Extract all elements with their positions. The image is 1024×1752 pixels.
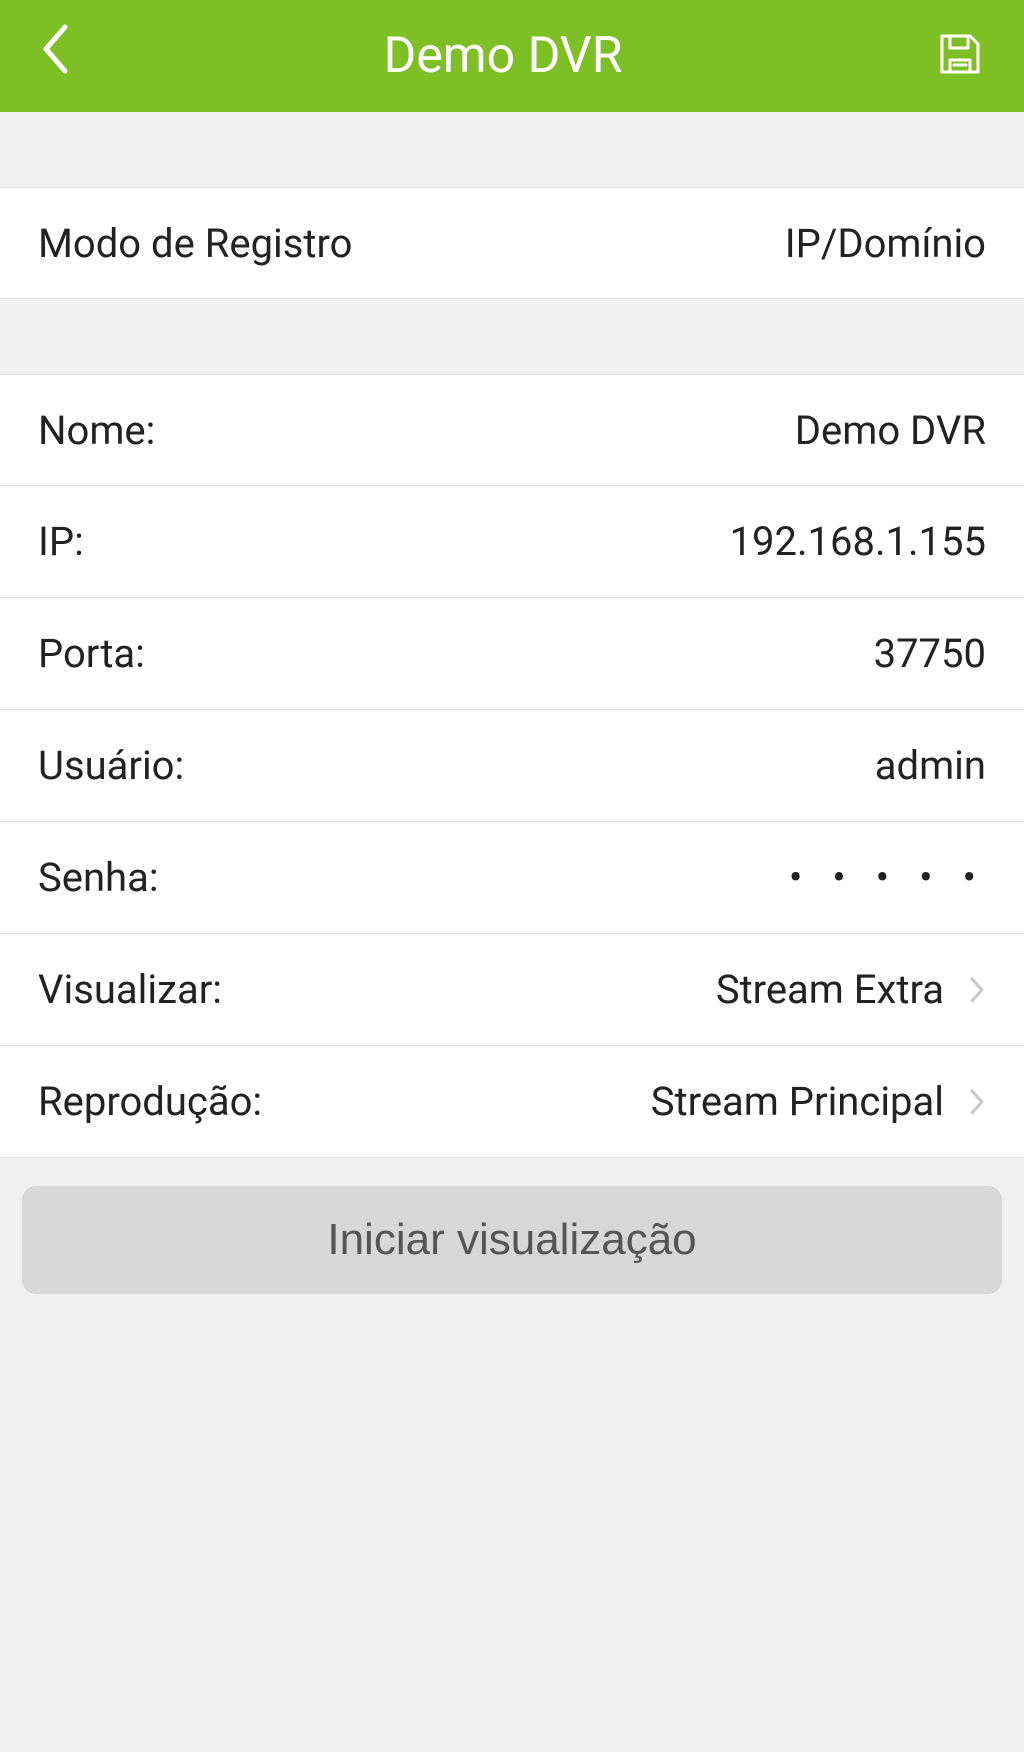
register-mode-label: Modo de Registro [38, 220, 352, 267]
user-row[interactable]: Usuário: admin [0, 710, 1024, 822]
chevron-left-icon [40, 21, 70, 91]
back-button[interactable] [40, 21, 70, 91]
save-button[interactable] [936, 30, 984, 82]
name-label: Nome: [38, 407, 155, 454]
password-value: • • • • • [789, 854, 986, 901]
password-label: Senha: [38, 854, 159, 901]
start-view-button[interactable]: Iniciar visualização [22, 1186, 1002, 1294]
register-mode-row[interactable]: Modo de Registro IP/Domínio [0, 187, 1024, 299]
playback-row[interactable]: Reprodução: Stream Principal [0, 1046, 1024, 1158]
page-title: Demo DVR [70, 27, 936, 85]
ip-value: 192.168.1.155 [730, 518, 986, 565]
header: Demo DVR [0, 0, 1024, 112]
port-label: Porta: [38, 630, 145, 677]
password-row[interactable]: Senha: • • • • • [0, 822, 1024, 934]
port-row[interactable]: Porta: 37750 [0, 598, 1024, 710]
ip-label: IP: [38, 518, 84, 565]
spacer [0, 299, 1024, 374]
save-icon [936, 30, 984, 82]
register-mode-value: IP/Domínio [785, 220, 986, 267]
view-row[interactable]: Visualizar: Stream Extra [0, 934, 1024, 1046]
spacer [0, 112, 1024, 187]
name-row[interactable]: Nome: Demo DVR [0, 374, 1024, 486]
port-value: 37750 [874, 630, 986, 677]
chevron-right-icon [968, 1087, 986, 1117]
chevron-right-icon [968, 975, 986, 1005]
name-value: Demo DVR [795, 407, 986, 454]
view-label: Visualizar: [38, 966, 222, 1013]
playback-label: Reprodução: [38, 1078, 262, 1125]
playback-value: Stream Principal [651, 1078, 944, 1125]
view-value: Stream Extra [716, 966, 944, 1013]
ip-row[interactable]: IP: 192.168.1.155 [0, 486, 1024, 598]
user-label: Usuário: [38, 742, 184, 789]
user-value: admin [875, 742, 986, 789]
